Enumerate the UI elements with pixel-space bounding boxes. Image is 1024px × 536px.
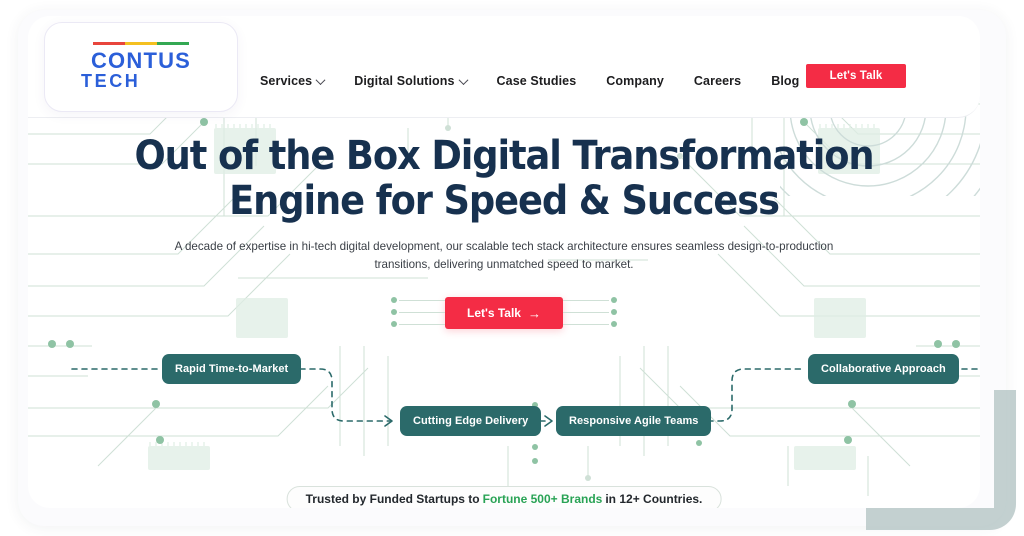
nav-item-services[interactable]: Services [260,74,326,88]
nav-item-case-studies[interactable]: Case Studies [497,74,577,88]
nav-label-blog: Blog [771,74,800,88]
nav-label-digital-solutions: Digital Solutions [354,74,455,88]
nav-item-digital-solutions[interactable]: Digital Solutions [354,74,468,88]
brand-logo-card[interactable]: CONTUS TECH [44,22,238,112]
page-root: Services Digital Solutions Case Studies … [0,0,1024,536]
trust-badge: Trusted by Funded Startups to Fortune 50… [286,486,722,508]
logo-wordmark: CONTUS [90,48,192,74]
nav-label-careers: Careers [693,74,742,88]
arrow-right-icon: → [527,305,541,321]
hero-lets-talk-button[interactable]: Let's Talk → [445,297,563,329]
feature-tag-rapid-time-to-market[interactable]: Rapid Time-to-Market [162,354,302,384]
headline-line-2: Engine for Speed & Success [229,177,780,224]
cta-left-connector [391,296,445,330]
page-title: Out of the Box Digital Transformation En… [66,134,942,224]
nav-link-list: Services Digital Solutions Case Studies … [260,74,799,88]
nav-label-company: Company [606,74,664,88]
cta-right-connector [563,296,617,330]
nav-item-blog[interactable]: Blog [771,74,799,88]
hero-text-block: Out of the Box Digital Transformation En… [28,134,980,275]
headline-line-1: Out of the Box Digital Transformation [134,133,874,179]
feature-tag-cutting-edge-delivery[interactable]: Cutting Edge Delivery [400,406,542,436]
trust-suffix: in 12+ Countries. [605,492,703,506]
hero-cta-label: Let's Talk [467,306,521,320]
feature-tag-responsive-agile-teams[interactable]: Responsive Agile Teams [556,406,712,436]
hero-cta-row: Let's Talk → [28,296,980,330]
nav-label-case-studies: Case Studies [496,74,577,88]
logo-tricolor-bar-icon [93,41,189,46]
nav-label-services: Services [260,74,313,88]
trust-prefix: Trusted by Funded Startups to [305,492,480,506]
nav-item-careers[interactable]: Careers [694,74,741,88]
chevron-down-icon [458,74,468,85]
chevron-down-icon [315,74,326,85]
trust-highlight: Fortune 500+ Brands [482,492,603,506]
nav-item-company[interactable]: Company [606,74,664,88]
nav-lets-talk-button[interactable]: Let's Talk [806,64,906,88]
hero-subtitle: A decade of expertise in hi-tech digital… [174,239,834,272]
logo-subwordmark: TECH [81,71,141,92]
feature-tag-collaborative-approach[interactable]: Collaborative Approach [808,354,959,384]
